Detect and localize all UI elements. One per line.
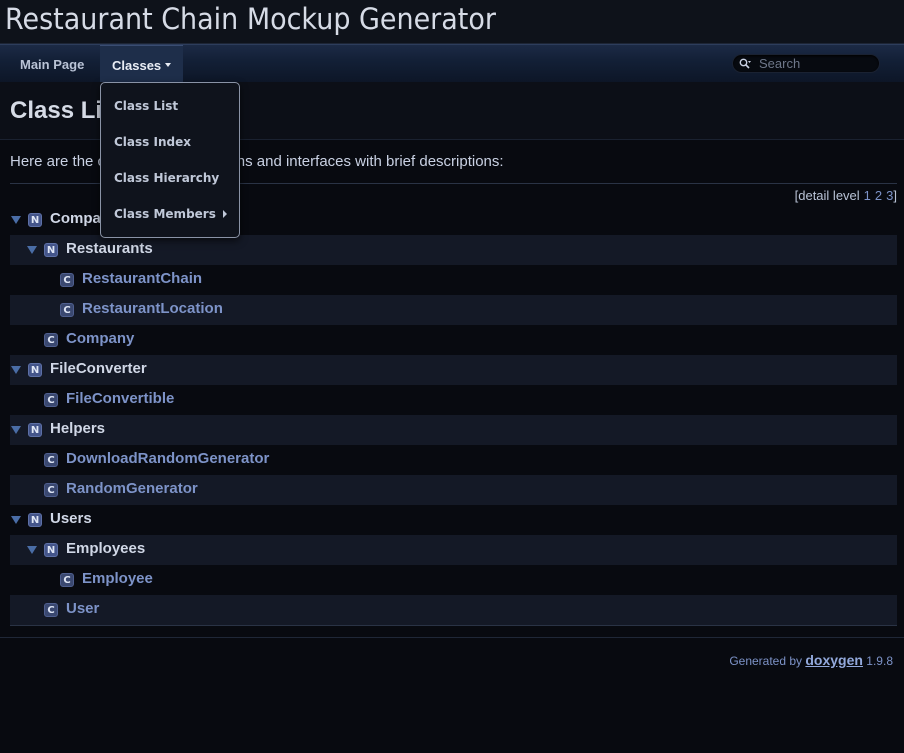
namespace-badge-icon: N bbox=[28, 363, 42, 377]
class-tree: N Company N Restaurants C RestaurantChain C Res… bbox=[10, 205, 897, 626]
footer: Generated by doxygen 1.9.8 bbox=[729, 652, 893, 668]
class-link[interactable]: User bbox=[66, 600, 99, 617]
submenu-arrow-icon bbox=[223, 210, 227, 218]
tree-bottom-divider bbox=[10, 625, 897, 626]
nav-main-page[interactable]: Main Page bbox=[8, 45, 96, 83]
class-row: C RandomGenerator bbox=[10, 475, 897, 505]
menu-item-class-members[interactable]: Class Members bbox=[114, 207, 216, 221]
class-link[interactable]: DownloadRandomGenerator bbox=[66, 450, 269, 467]
search-box[interactable] bbox=[732, 54, 880, 73]
detail-level-selector: [detail level 1 2 3] bbox=[795, 188, 897, 203]
namespace-badge-icon: N bbox=[44, 543, 58, 557]
class-badge-icon: C bbox=[44, 393, 58, 407]
menu-item-class-list[interactable]: Class List bbox=[114, 99, 178, 113]
class-row: C Company bbox=[10, 325, 897, 355]
namespace-row: N Helpers bbox=[10, 415, 897, 445]
class-link[interactable]: RestaurantChain bbox=[82, 270, 202, 287]
expand-arrow-icon[interactable] bbox=[11, 426, 21, 434]
expand-arrow-icon[interactable] bbox=[27, 546, 37, 554]
namespace-row: N Employees bbox=[10, 535, 897, 565]
namespace-badge-icon: N bbox=[28, 213, 42, 227]
class-row: C RestaurantLocation bbox=[10, 295, 897, 325]
namespace-badge-icon: N bbox=[44, 243, 58, 257]
namespace-row: N FileConverter bbox=[10, 355, 897, 385]
nav-classes-label: Classes bbox=[112, 58, 162, 73]
nav-classes[interactable]: Classes bbox=[100, 45, 184, 83]
namespace-link[interactable]: Helpers bbox=[50, 420, 105, 437]
namespace-row: N Users bbox=[10, 505, 897, 535]
class-row: C FileConvertible bbox=[10, 385, 897, 415]
namespace-link[interactable]: Restaurants bbox=[66, 240, 153, 257]
intro-text: Here are the classes, structs, unions an… bbox=[10, 153, 504, 170]
class-row: C RestaurantChain bbox=[10, 265, 897, 295]
expand-arrow-icon[interactable] bbox=[27, 246, 37, 254]
footer-divider bbox=[0, 637, 904, 638]
menu-item-class-index[interactable]: Class Index bbox=[114, 135, 191, 149]
expand-arrow-icon[interactable] bbox=[11, 366, 21, 374]
detail-level-prefix: [detail level bbox=[794, 188, 860, 203]
expand-arrow-icon[interactable] bbox=[11, 516, 21, 524]
class-badge-icon: C bbox=[60, 273, 74, 287]
class-row: C DownloadRandomGenerator bbox=[10, 445, 897, 475]
footer-generated-by: Generated by bbox=[729, 654, 803, 668]
doxygen-logo-link[interactable]: doxygen bbox=[805, 652, 863, 668]
namespace-link[interactable]: FileConverter bbox=[50, 360, 147, 377]
class-row: C Employee bbox=[10, 565, 897, 595]
project-title: Restaurant Chain Mockup Generator bbox=[5, 2, 496, 36]
menu-item-class-hierarchy[interactable]: Class Hierarchy bbox=[114, 171, 219, 185]
class-badge-icon: C bbox=[44, 603, 58, 617]
class-link[interactable]: Employee bbox=[82, 570, 153, 587]
namespace-row: N Restaurants bbox=[10, 235, 897, 265]
class-link[interactable]: RandomGenerator bbox=[66, 480, 198, 497]
search-icon[interactable] bbox=[739, 58, 751, 70]
caret-down-icon bbox=[165, 62, 172, 67]
project-header: Restaurant Chain Mockup Generator bbox=[0, 0, 904, 44]
namespace-link[interactable]: Employees bbox=[66, 540, 145, 557]
class-link[interactable]: RestaurantLocation bbox=[82, 300, 223, 317]
classes-dropdown-menu: Class List Class Index Class Hierarchy C… bbox=[100, 82, 240, 238]
detail-level-suffix: ] bbox=[893, 188, 897, 203]
class-row: C User bbox=[10, 595, 897, 625]
namespace-link[interactable]: Users bbox=[50, 510, 92, 527]
class-badge-icon: C bbox=[60, 303, 74, 317]
class-badge-icon: C bbox=[44, 483, 58, 497]
class-link[interactable]: Company bbox=[66, 330, 134, 347]
namespace-badge-icon: N bbox=[28, 423, 42, 437]
expand-arrow-icon[interactable] bbox=[11, 216, 21, 224]
search-input[interactable] bbox=[759, 56, 877, 71]
namespace-badge-icon: N bbox=[28, 513, 42, 527]
detail-level-2-link[interactable]: 2 bbox=[875, 188, 882, 203]
main-navbar: Main Page Classes bbox=[0, 44, 904, 83]
class-link[interactable]: FileConvertible bbox=[66, 390, 174, 407]
class-badge-icon: C bbox=[60, 573, 74, 587]
class-badge-icon: C bbox=[44, 333, 58, 347]
detail-level-1-link[interactable]: 1 bbox=[864, 188, 871, 203]
class-badge-icon: C bbox=[44, 453, 58, 467]
footer-version: 1.9.8 bbox=[866, 654, 893, 668]
